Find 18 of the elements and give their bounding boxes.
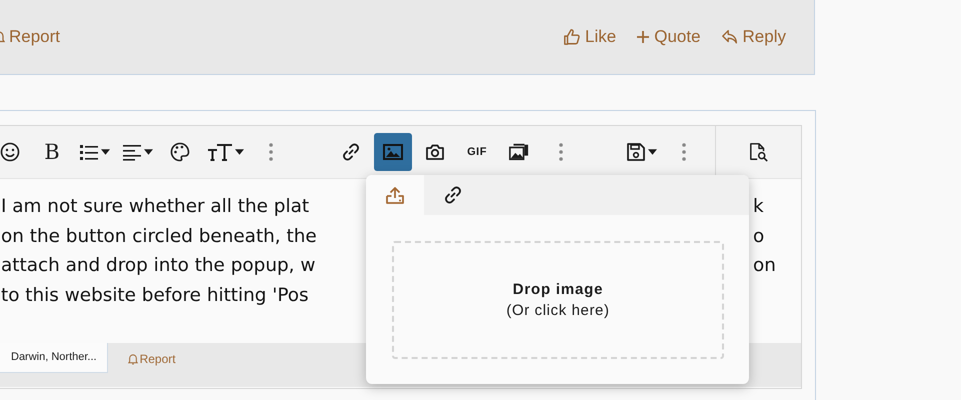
like-link[interactable]: Like xyxy=(563,27,616,47)
editor-text-line: I am not sure whether all the plat xyxy=(1,196,310,219)
editor-text-line: on the button circled beneath, the xyxy=(1,226,317,248)
editor-text-line: attach and drop into the popup, w xyxy=(1,255,316,278)
bold-button[interactable]: B xyxy=(33,133,71,171)
editor-text-line: to this website before hitting 'Pos xyxy=(1,284,309,308)
drop-title: Drop image xyxy=(512,281,604,298)
editor-text-line: o xyxy=(753,226,764,246)
editor-text-line: k xyxy=(753,196,764,217)
gif-button[interactable]: GIF xyxy=(458,133,496,171)
drop-hint: (Or click here) xyxy=(506,302,610,319)
report-link[interactable]: Report xyxy=(128,352,176,366)
drop-zone[interactable]: Drop image (Or click here) xyxy=(392,241,724,359)
editor-text-line: on xyxy=(753,255,776,276)
reply-link[interactable]: Reply xyxy=(720,27,786,47)
quote-link[interactable]: Quote xyxy=(636,27,701,47)
report-link[interactable]: Report xyxy=(0,27,60,47)
attachment-tag: Darwin, Norther... xyxy=(0,343,108,373)
